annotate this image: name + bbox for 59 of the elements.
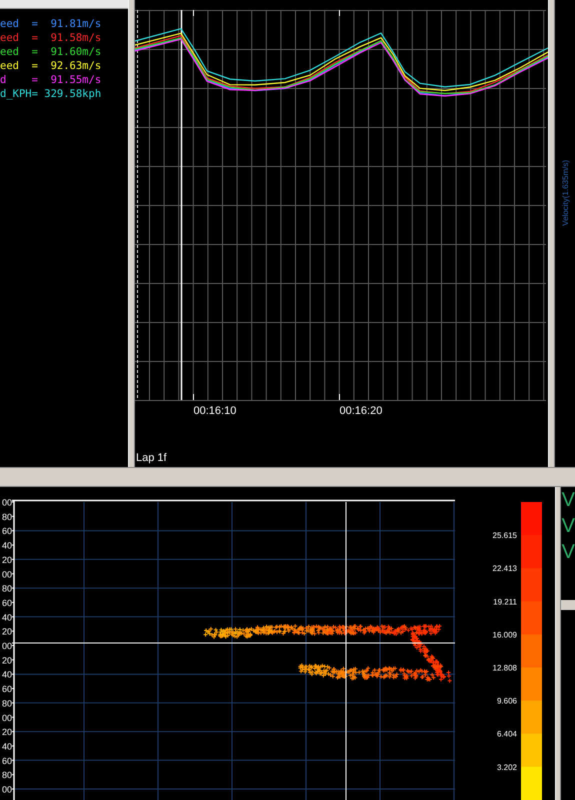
splitter-bar[interactable]	[128, 0, 135, 467]
axis-label: 20	[2, 626, 12, 637]
tick-mark	[12, 530, 14, 532]
axis-label: 60	[2, 756, 12, 766]
axis-label: 40	[2, 741, 12, 752]
tick-mark	[12, 558, 14, 560]
axis-label: Velocity(1.635m/s)	[560, 160, 570, 226]
tick-mark	[12, 702, 14, 704]
axis-label: 60	[2, 526, 12, 536]
axis-label: 00	[2, 569, 12, 580]
axis-label: 40	[2, 612, 12, 622]
scale-label: 3.202	[496, 762, 517, 772]
value-label: V	[560, 514, 575, 539]
axis-label: 40	[2, 670, 12, 680]
splitter-bar[interactable]	[0, 467, 575, 487]
lap-label: Lap 1f	[136, 452, 167, 464]
legend-entry: eed = 92.63m/s	[0, 59, 102, 73]
splitter-bar[interactable]	[555, 487, 561, 800]
legend-entry: eed = 91.60m/s	[0, 45, 102, 59]
axis-label: 00	[2, 498, 12, 508]
tick-mark	[193, 394, 194, 400]
legend-entry: eed = 91.58m/s	[0, 31, 102, 45]
axis-label: 80	[2, 584, 12, 594]
scale-label: 22.413	[492, 564, 517, 574]
scale-label: 12.808	[492, 664, 517, 672]
tick-mark	[12, 616, 14, 618]
time-label: 00:16:20	[340, 405, 382, 417]
axis-label: 60	[2, 684, 12, 694]
scale-label: 6.404	[496, 730, 517, 739]
axis-label: 60	[2, 598, 12, 608]
value-label: V	[560, 540, 575, 565]
axis-label: 00	[2, 784, 12, 794]
tick-mark	[12, 674, 14, 675]
splitter-bar[interactable]	[548, 0, 555, 467]
time-label: 00:16:10	[194, 405, 236, 417]
axis-label: 20	[2, 727, 12, 738]
value-label: V	[560, 488, 575, 513]
axis-label: 80	[2, 698, 12, 708]
axis-label: 80	[2, 770, 12, 780]
legend-entry: eed = 91.81m/s	[0, 17, 102, 31]
scale-label: 16.009	[492, 630, 517, 640]
tick-mark	[12, 760, 14, 761]
tick-mark	[12, 731, 14, 732]
tick-mark	[339, 394, 340, 400]
axis-label: 20	[2, 554, 12, 565]
tick-mark	[193, 10, 194, 16]
cursor-line[interactable]	[180, 10, 182, 400]
legend-entry: d = 91.55m/s	[0, 73, 102, 87]
tick-mark	[339, 10, 340, 16]
axis-label: 00	[2, 712, 12, 723]
axis-label: 40	[2, 540, 12, 551]
axis-label: 20	[2, 655, 12, 666]
scale-label: 25.615	[492, 531, 517, 540]
axis-label: 00	[2, 641, 12, 651]
axis-label: 80	[2, 512, 12, 522]
scale-label: 19.211	[493, 597, 517, 606]
legend-entry: d_KPH= 329.58kph	[0, 87, 102, 101]
tick-mark	[12, 588, 14, 589]
scale-label: 9.606	[496, 696, 517, 706]
